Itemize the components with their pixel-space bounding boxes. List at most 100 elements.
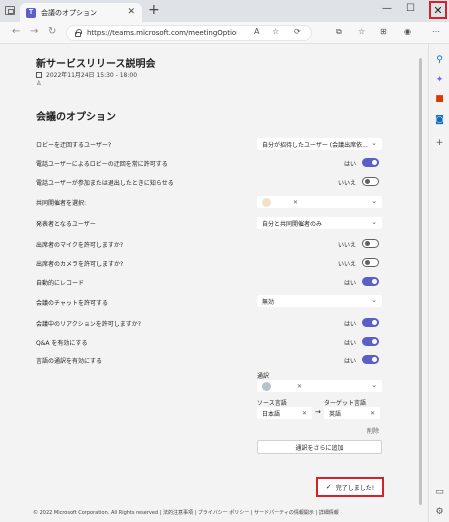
toggle-phone-notify[interactable]	[362, 177, 379, 186]
done-button-label: 完了しました!	[335, 484, 375, 492]
toggle-value-phone-bypass: はい	[343, 161, 356, 168]
tab-actions-icon[interactable]	[5, 6, 15, 15]
presenters-dropdown[interactable]: 自分と共同開催者のみ ⌄	[257, 217, 382, 229]
toggle-value-interpretation: はい	[343, 358, 356, 365]
new-tab-button[interactable]: +	[148, 2, 160, 18]
option-label-lobby: ロビーを迂回するユーザー?	[36, 142, 112, 149]
chevron-down-icon: ⌄	[371, 296, 377, 304]
chat-value: 無効	[262, 298, 275, 306]
interpreter-picker[interactable]: ✕ ⌄	[257, 380, 382, 392]
target-language-field[interactable]: 英語 ✕	[324, 407, 380, 419]
read-aloud-icon[interactable]: A	[254, 27, 259, 36]
toggle-value-reactions: はい	[343, 321, 356, 328]
meeting-options-page: 新サービスリリース説明会 2022年11月24日 15:30 - 18:00 ♙…	[20, 44, 415, 522]
delete-interpreter-link[interactable]: 削除	[367, 426, 379, 435]
toggle-mic[interactable]	[362, 239, 379, 248]
option-label-reactions: 会議中のリアクションを許可しますか?	[36, 321, 141, 328]
option-label-interpretation: 言語の通訳を有効にする	[36, 358, 103, 365]
arrow-right-icon: →	[315, 408, 321, 416]
toggle-reactions[interactable]	[362, 318, 379, 327]
address-bar-row: ← → ↻ https://teams.microsoft.com/meetin…	[0, 22, 449, 44]
window-close-button[interactable]: ✕	[429, 1, 447, 19]
remove-chip-icon[interactable]: ✕	[297, 383, 302, 390]
settings-gear-icon[interactable]: ⚙	[434, 506, 445, 517]
chevron-down-icon: ⌄	[371, 139, 377, 147]
browser-tab-bar: T 会議のオプション ✕ + — ☐ ✕	[0, 0, 449, 22]
target-language-label: ターゲット言語	[324, 400, 367, 407]
scrollbar[interactable]	[417, 46, 424, 520]
edge-sidebar: ⚲ ✦ ■ ◙ + ▭ ⚙	[428, 44, 449, 522]
outlook-icon[interactable]: ◙	[434, 114, 445, 125]
section-title: 会議のオプション	[36, 112, 116, 123]
toggle-value-phone-notify: いいえ	[337, 180, 356, 187]
tab-title: 会議のオプション	[41, 8, 97, 17]
collections-icon[interactable]: ⊞	[380, 27, 387, 36]
refresh-page-icon[interactable]: ⟳	[294, 27, 301, 36]
meeting-datetime-text: 2022年11月24日 15:30 - 18:00	[46, 72, 138, 79]
checkmark-icon: ✓	[325, 483, 332, 491]
option-label-qa: Q&A を有効にする	[36, 340, 88, 347]
presenters-value: 自分と共同開催者のみ	[262, 220, 323, 228]
refresh-icon[interactable]: ↻	[48, 26, 56, 37]
meeting-datetime: 2022年11月24日 15:30 - 18:00	[36, 70, 137, 79]
co-organizer-avatar	[262, 197, 271, 207]
sparkle-icon[interactable]: ✦	[434, 74, 445, 85]
option-label-chat: 会議のチャットを許可する	[36, 300, 108, 307]
option-label-mic: 出席者のマイクを許可しますか?	[36, 242, 124, 249]
scroll-thumb[interactable]	[419, 58, 422, 505]
search-icon[interactable]: ⚲	[434, 54, 445, 65]
chat-dropdown[interactable]: 無効 ⌄	[257, 295, 382, 307]
minimize-button[interactable]: —	[382, 3, 392, 14]
calendar-icon	[36, 71, 42, 78]
sidebar-toggle-icon[interactable]: ▭	[434, 486, 445, 497]
option-label-camera: 出席者のカメラを許可しますか?	[36, 261, 124, 268]
option-label-presenters: 発表者となるユーザー	[36, 221, 96, 228]
forward-arrow-icon[interactable]: →	[30, 26, 38, 37]
toggle-value-auto-record: はい	[343, 280, 356, 287]
toggle-value-camera: いいえ	[337, 261, 356, 268]
lobby-bypass-value: 自分が招待したユーザー (会議出席依...	[262, 141, 368, 149]
option-label-co-organizer: 共同開催者を選択:	[36, 200, 87, 207]
maximize-button[interactable]: ☐	[406, 3, 415, 14]
remove-chip-icon[interactable]: ✕	[293, 199, 298, 206]
lock-icon	[75, 28, 82, 37]
toggle-phone-bypass[interactable]	[362, 158, 379, 167]
toggle-interpretation[interactable]	[362, 355, 379, 364]
meeting-title: 新サービスリリース説明会	[36, 59, 156, 70]
option-label-phone-bypass: 電話ユーザーによるロビーの迂回を常に許可する	[36, 161, 168, 168]
lobby-bypass-dropdown[interactable]: 自分が招待したユーザー (会議出席依... ⌄	[257, 138, 382, 150]
url-text: https://teams.microsoft.com/meetingOptio…	[87, 29, 237, 37]
tab-close-icon[interactable]: ✕	[127, 7, 135, 17]
interpreter-label: 通訳	[257, 373, 270, 380]
close-icon: ✕	[433, 3, 443, 17]
source-language-value: 日本語	[262, 410, 281, 418]
profile-icon[interactable]: ◉	[404, 27, 411, 36]
toggle-qa[interactable]	[362, 337, 379, 346]
source-language-field[interactable]: 日本語 ✕	[257, 407, 312, 419]
clear-icon[interactable]: ✕	[302, 410, 307, 417]
toggle-auto-record[interactable]	[362, 277, 379, 286]
chevron-down-icon: ⌄	[371, 381, 377, 389]
more-menu-icon[interactable]: ⋯	[432, 27, 440, 36]
toggle-value-qa: はい	[343, 340, 356, 347]
target-language-value: 英語	[329, 410, 342, 418]
organizer-icon: ♙	[36, 80, 42, 87]
toggle-value-mic: いいえ	[337, 242, 356, 249]
source-language-label: ソース言語	[257, 400, 287, 407]
interpreter-avatar	[262, 381, 271, 391]
toggle-camera[interactable]	[362, 258, 379, 267]
browser-tab[interactable]: T 会議のオプション ✕	[20, 3, 142, 22]
chevron-down-icon: ⌄	[371, 197, 377, 205]
clear-icon[interactable]: ✕	[370, 410, 375, 417]
add-interpreter-button[interactable]: 通訳をさらに追加	[257, 440, 382, 454]
co-organizer-picker[interactable]: ✕ ⌄	[257, 196, 382, 208]
chevron-down-icon: ⌄	[371, 218, 377, 226]
office-icon[interactable]: ■	[434, 93, 445, 104]
favorite-star-icon[interactable]: ☆	[272, 27, 279, 36]
add-icon[interactable]: +	[434, 137, 445, 148]
favorites-icon[interactable]: ☆	[358, 27, 365, 36]
extensions-icon[interactable]: ⧉	[336, 27, 342, 37]
option-label-phone-notify: 電話ユーザーが参加または退出したときに知らせる	[36, 180, 174, 187]
done-button[interactable]: ✓ 完了しました!	[316, 477, 384, 497]
back-arrow-icon[interactable]: ←	[12, 26, 20, 37]
